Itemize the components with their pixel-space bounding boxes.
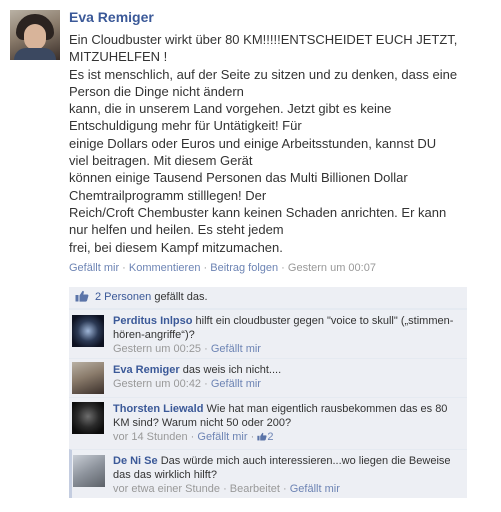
message-line: viel beitragen. Mit diesem Gerät — [69, 153, 253, 169]
message-line: kann, die in unserem Land vorgehen. Jetz… — [69, 101, 392, 117]
post-author-name[interactable]: Eva Remiger — [69, 8, 497, 26]
comment-timestamp[interactable]: Gestern um 00:25 — [113, 343, 201, 355]
comment-meta: vor etwa einer Stunde · Bearbeitet · Gef… — [113, 483, 340, 495]
comment: Thorsten Liewald Wie hat man eigentlich … — [69, 397, 467, 449]
comment-timestamp[interactable]: vor 14 Stunden — [113, 431, 188, 443]
comment-like-link[interactable]: Gefällt mir — [211, 378, 261, 390]
commenter-name[interactable]: Eva Remiger — [113, 364, 180, 376]
message-line: frei, bei diesem Kampf mitzumachen. — [69, 239, 283, 255]
commenter-avatar[interactable] — [72, 362, 104, 394]
message-line: Es ist menschlich, auf der Seite zu sitz… — [69, 66, 458, 82]
comment-like-count[interactable]: 2 — [267, 431, 273, 443]
commenter-name[interactable]: De Ni Se — [113, 455, 158, 467]
comment-meta: Gestern um 00:25 · Gefällt mir — [113, 343, 261, 355]
comment-timestamp[interactable]: vor etwa einer Stunde — [113, 483, 220, 495]
comment-body: De Ni Se Das würde mich auch interessier… — [113, 454, 463, 496]
message-line: können einige Tausend Personen das Multi… — [69, 170, 408, 186]
message-line: Entschuldigung mehr für Untätigkeit! Für — [69, 118, 302, 134]
comment-timestamp[interactable]: Gestern um 00:42 — [113, 378, 201, 390]
follow-post-link[interactable]: Beitrag folgen — [210, 262, 278, 274]
post-author-avatar[interactable] — [10, 10, 60, 60]
post-actions: Gefällt mir · Kommentieren · Beitrag fol… — [69, 261, 497, 275]
post: Eva Remiger Ein Cloudbuster wirkt über 8… — [69, 8, 497, 275]
comment-meta: Gestern um 00:42 · Gefällt mir — [113, 378, 261, 390]
message-line: Reich/Croft Chembuster kann keinen Schad… — [69, 204, 447, 220]
commenter-avatar[interactable] — [72, 315, 104, 347]
message-line: nur helfen und heilen. Es steht jedem — [69, 222, 284, 238]
message-line: MITZUHELFEN ! — [69, 49, 168, 65]
separator: · — [200, 261, 211, 274]
comment: Perditus Inlpso hilft ein cloudbuster ge… — [69, 309, 467, 358]
comment-body: Thorsten Liewald Wie hat man eigentlich … — [113, 402, 463, 444]
separator: · — [278, 261, 288, 274]
feedback-area: 2 Personen gefällt das. Perditus Inlpso … — [69, 287, 467, 498]
like-thumb-icon — [75, 290, 89, 302]
separator: · — [119, 261, 129, 274]
likers-link[interactable]: 2 Personen — [95, 291, 151, 303]
message-line: Person die Dinge nicht ändern — [69, 83, 244, 99]
comment: Eva Remiger das weis ich nicht.... Geste… — [69, 358, 467, 397]
comment-link[interactable]: Kommentieren — [129, 262, 201, 274]
message-line: Chemtrailprogramm stilllegen! Der — [69, 187, 267, 203]
message-line: Ein Cloudbuster wirkt über 80 KM!!!!!ENT… — [69, 32, 458, 47]
comment-body: Eva Remiger das weis ich nicht.... Geste… — [113, 363, 463, 391]
commenter-name[interactable]: Thorsten Liewald — [113, 403, 203, 415]
comment-like-link[interactable]: Gefällt mir — [197, 431, 247, 443]
comment-like-link[interactable]: Gefällt mir — [211, 343, 261, 355]
likes-text: gefällt das. — [151, 291, 208, 303]
commenter-avatar[interactable] — [73, 455, 105, 487]
post-timestamp[interactable]: Gestern um 00:07 — [288, 262, 376, 274]
post-message: Ein Cloudbuster wirkt über 80 KM!!!!!ENT… — [69, 31, 497, 256]
comment-like-link[interactable]: Gefällt mir — [290, 483, 340, 495]
commenter-name[interactable]: Perditus Inlpso — [113, 315, 192, 327]
comment-body: Perditus Inlpso hilft ein cloudbuster ge… — [113, 314, 463, 356]
likes-summary: 2 Personen gefällt das. — [69, 287, 467, 309]
comment-text: Das würde mich auch interessieren...wo l… — [113, 455, 451, 481]
like-thumb-icon — [257, 432, 267, 441]
comment-meta: vor 14 Stunden · Gefällt mir · 2 — [113, 431, 274, 443]
like-link[interactable]: Gefällt mir — [69, 262, 119, 274]
comment-text: das weis ich nicht.... — [179, 364, 282, 376]
commenter-avatar[interactable] — [72, 402, 104, 434]
edited-label[interactable]: Bearbeitet — [230, 483, 280, 495]
message-line: einige Dollars oder Euros und einige Arb… — [69, 135, 437, 151]
comment: De Ni Se Das würde mich auch interessier… — [69, 449, 467, 498]
